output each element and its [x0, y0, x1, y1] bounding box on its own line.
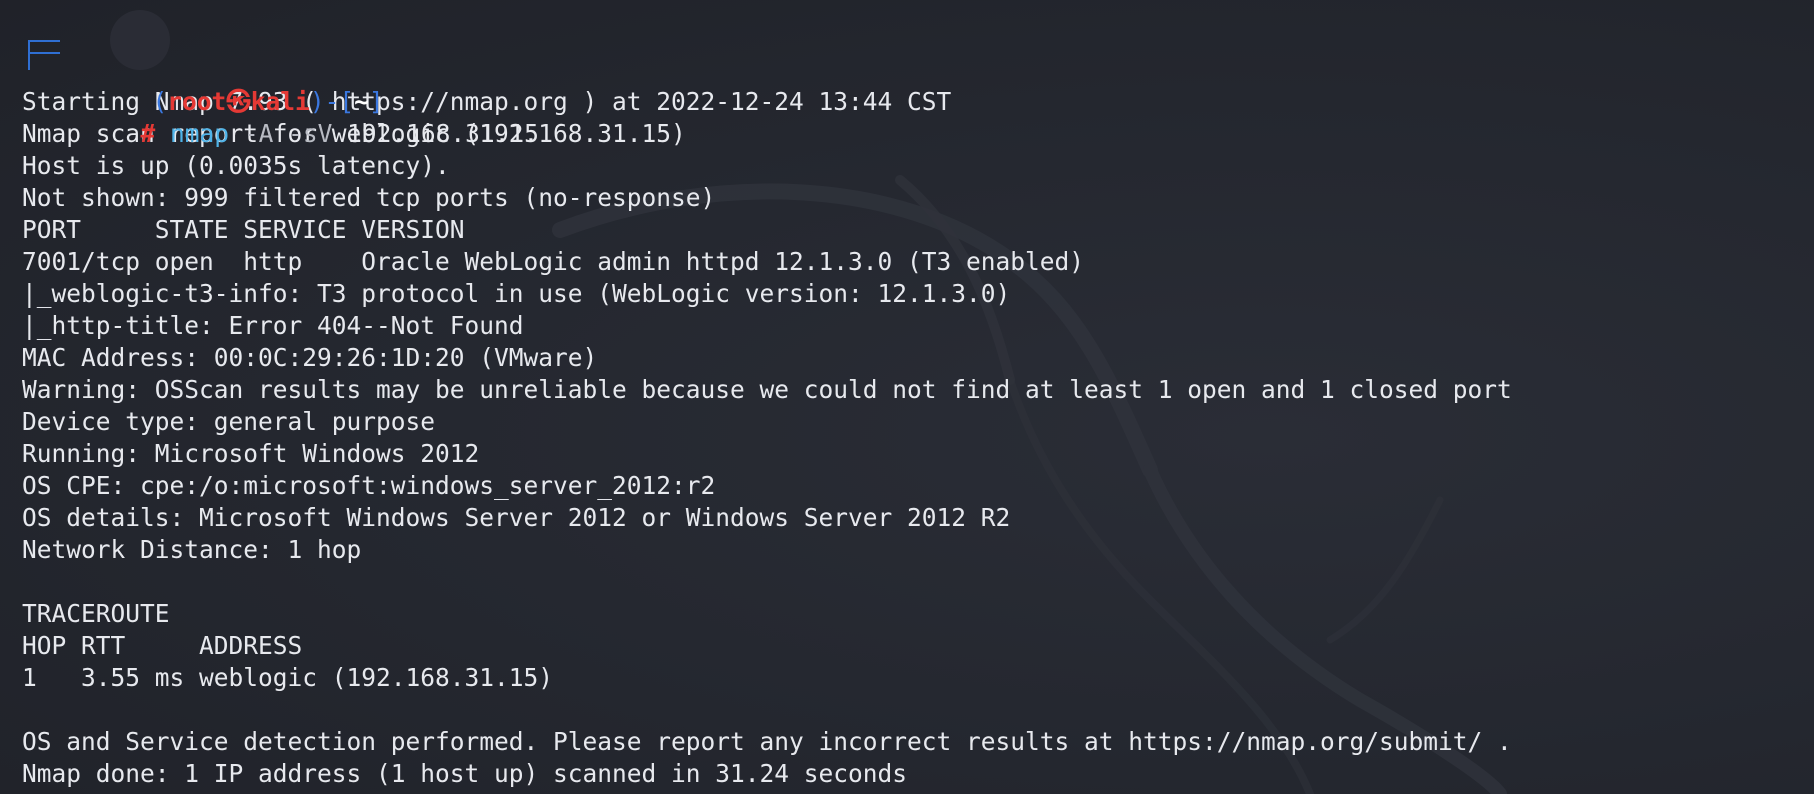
output-line: Device type: general purpose — [22, 407, 436, 436]
output-line: Not shown: 999 filtered tcp ports (no-re… — [22, 183, 716, 212]
output-line: Running: Microsoft Windows 2012 — [22, 439, 480, 468]
prompt-dir-close: ] — [368, 87, 384, 116]
output-line: 1 3.55 ms weblogic (192.168.31.15) — [22, 663, 554, 692]
prompt-user: root — [167, 87, 227, 116]
prompt-dash: - — [324, 87, 340, 116]
prompt-frame-bottom — [28, 40, 60, 54]
output-line: OS CPE: cpe:/o:microsoft:windows_server_… — [22, 471, 716, 500]
output-line: MAC Address: 00:0C:29:26:1D:20 (VMware) — [22, 343, 598, 372]
output-line: TRACEROUTE — [22, 599, 170, 628]
prompt-host: kali — [250, 87, 310, 116]
output-line: PORT STATE SERVICE VERSION — [22, 215, 465, 244]
command-target: 192.168.31.15 — [347, 119, 539, 148]
prompt-hash: # — [140, 119, 156, 148]
output-line: Nmap done: 1 IP address (1 host up) scan… — [22, 759, 908, 788]
output-line: HOP RTT ADDRESS — [22, 631, 303, 660]
prompt-line: (root㉿kali)-[~] — [22, 22, 1802, 116]
output-line: OS details: Microsoft Windows Server 201… — [22, 503, 1011, 532]
prompt-directory: ~ — [354, 87, 369, 116]
prompt-at-symbol: ㉿ — [226, 87, 251, 116]
prompt-close-paren: ) — [309, 87, 325, 116]
output-line: |_http-title: Error 404--Not Found — [22, 311, 524, 340]
output-line: |_weblogic-t3-info: T3 protocol in use (… — [22, 279, 1011, 308]
output-line: Warning: OSScan results may be unreliabl… — [22, 375, 1512, 404]
output-line: OS and Service detection performed. Plea… — [22, 727, 1512, 756]
prompt-open-paren: ( — [152, 87, 168, 116]
output-line: 7001/tcp open http Oracle WebLogic admin… — [22, 247, 1085, 276]
command-line[interactable]: # nmap -A -sV 192.168.31.15 — [22, 40, 1802, 148]
prompt-dir-open: [ — [339, 87, 355, 116]
command-flags: -A -sV — [243, 119, 333, 148]
terminal-output: (root㉿kali)-[~] # nmap -A -sV 192.168.31… — [22, 22, 1802, 790]
output-line: Host is up (0.0035s latency). — [22, 151, 450, 180]
command-program: nmap — [170, 119, 230, 148]
output-line: Network Distance: 1 hop — [22, 535, 362, 564]
terminal-window[interactable]: (root㉿kali)-[~] # nmap -A -sV 192.168.31… — [0, 0, 1814, 794]
